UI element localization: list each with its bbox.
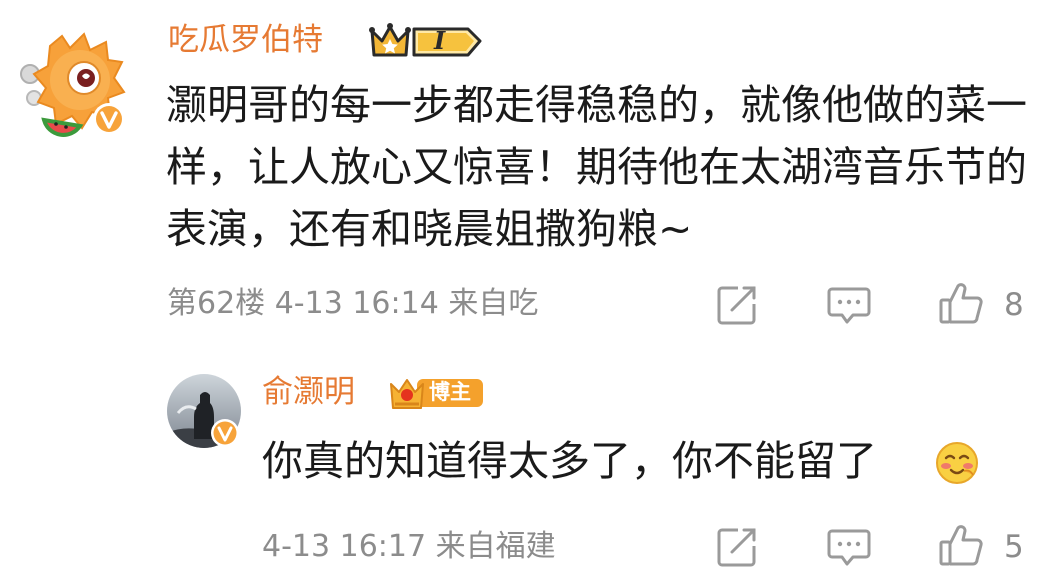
blush-emoji — [934, 441, 980, 485]
comment-meta: 第62楼 4-13 16:14 来自吃 — [167, 286, 539, 321]
orange-v-badge-icon — [211, 419, 239, 447]
repost-icon — [717, 286, 756, 325]
reply-comment-button[interactable] — [826, 524, 872, 570]
reply-verified-badge — [210, 418, 240, 448]
blogger-badge: 博主 — [387, 370, 487, 414]
reply-repost-button[interactable] — [714, 524, 760, 570]
repost-icon — [717, 528, 756, 567]
blogger-badge-text: 博主 — [429, 380, 471, 404]
reply-username[interactable]: 俞灏明 — [262, 370, 355, 414]
verified-badge — [92, 102, 126, 136]
thumbs-up-icon — [939, 283, 983, 324]
comment-bubble-icon — [827, 287, 871, 324]
like-count: 8 — [1004, 287, 1024, 323]
crown-fan-badge-icon — [369, 23, 482, 57]
thumbs-up-icon — [939, 525, 983, 566]
reply-text: 你真的知道得太多了，你不能留了 — [262, 437, 877, 485]
meta-fade-overlay — [546, 284, 606, 326]
commenter-username[interactable]: 吃瓜罗伯特 — [168, 18, 323, 62]
fan-level-text: I — [434, 26, 446, 55]
reply-like-count: 5 — [1004, 529, 1024, 565]
comment-text: 灏明哥的每一步都走得稳稳的，就像他做的菜一样，让人放心又惊喜！期待他在太湖湾音乐… — [166, 81, 1027, 253]
like-button[interactable] — [938, 280, 984, 326]
reply-meta: 4-13 16:17 来自福建 — [262, 529, 556, 564]
fan-level-badge[interactable]: I — [368, 21, 486, 61]
reply-like-button[interactable] — [938, 522, 984, 568]
repost-button[interactable] — [714, 282, 760, 328]
orange-v-badge-icon — [93, 103, 125, 135]
blushing-smile-emoji-icon — [936, 442, 978, 484]
comment-bubble-icon — [827, 529, 871, 566]
comment-button[interactable] — [826, 282, 872, 328]
